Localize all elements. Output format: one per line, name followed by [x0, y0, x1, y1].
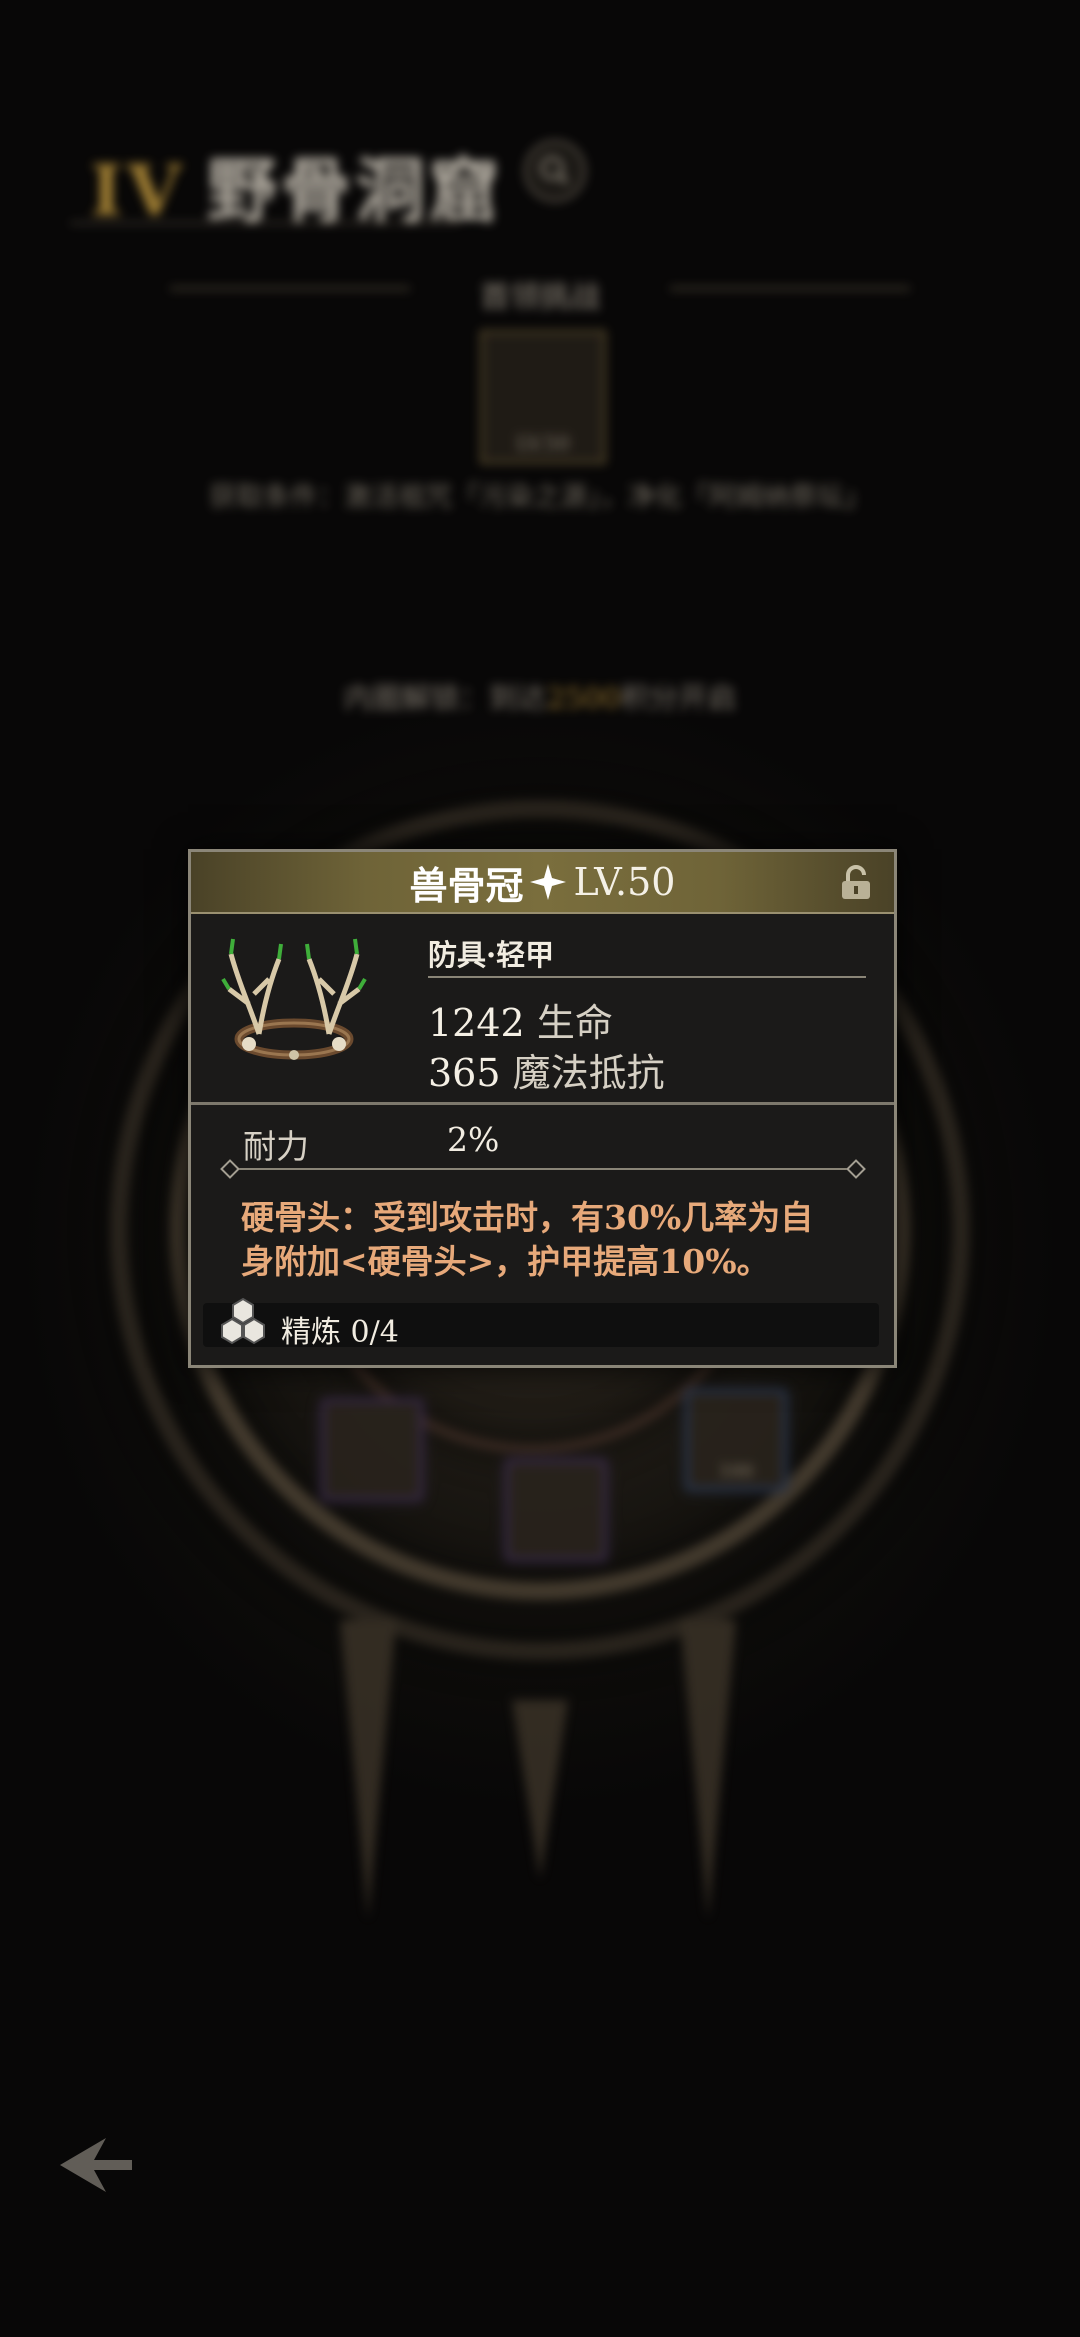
item-summary: 防具·轻甲 1242 生命 365 魔法抵抗: [191, 914, 894, 1105]
antler-crown-icon: [219, 934, 369, 1084]
fang-left: [340, 1620, 396, 1920]
reward-slot-chest[interactable]: [506, 1460, 606, 1560]
item-card: 兽骨冠 LV.50 防具·轻甲 1242 生命 365 魔法抵抗 耐力 2% 硬…: [188, 849, 897, 1368]
reward-slot-gold[interactable]: 100: [686, 1390, 786, 1490]
boss-header-line-right: [670, 287, 910, 290]
refine-value: 0/4: [350, 1315, 399, 1350]
zone-name: 野骨洞窟: [207, 149, 504, 232]
zone-underline: [70, 222, 460, 224]
durability-value: 2%: [447, 1120, 500, 1159]
item-effect: 硬骨头：受到攻击时，有30%几率为自身附加<硬骨头>，护甲提高10%。: [241, 1198, 814, 1281]
durability-label: 耐力: [243, 1127, 309, 1166]
lock-icon[interactable]: [836, 865, 876, 901]
boss-icon[interactable]: LV.50: [480, 330, 606, 464]
inner-ring-prefix: 内圈解锁：到达: [343, 681, 547, 715]
inner-ring-points: 2500: [546, 681, 621, 715]
refine-text: 精炼 0/4: [281, 1307, 399, 1351]
fang-center: [512, 1700, 568, 1880]
inner-ring-suffix: 积分开启: [620, 681, 737, 715]
gold-amount: 100: [718, 1461, 754, 1482]
inner-ring-unlock: 内圈解锁：到达2500积分开启: [0, 675, 1080, 717]
refine-bar[interactable]: 精炼 0/4: [203, 1297, 879, 1350]
refine-label: 精炼: [281, 1315, 341, 1350]
search-icon[interactable]: [524, 140, 586, 202]
unlock-condition: 获取条件：激活祖咒「污染之源」，净化「阿姆纳祭坛」: [209, 482, 871, 513]
fang-right: [680, 1620, 736, 1920]
reward-slot-chest[interactable]: [322, 1400, 422, 1500]
stat-magic-resist: 365 魔法抵抗: [428, 1042, 665, 1097]
boss-challenge-header: 首领挑战: [480, 280, 600, 315]
zone-numeral: IV: [90, 149, 186, 232]
refine-icon: [219, 1297, 267, 1349]
boss-icon-level: LV.50: [516, 431, 570, 455]
stat-health-value: 1242: [428, 1001, 525, 1045]
back-icon[interactable]: [56, 2130, 136, 2200]
sparkle-icon: [529, 864, 566, 900]
item-name: 兽骨冠: [409, 862, 524, 908]
stat-health: 1242 生命: [428, 992, 613, 1047]
item-card-header: 兽骨冠 LV.50: [191, 852, 894, 914]
stat-magic-resist-value: 365: [428, 1051, 501, 1095]
stat-magic-resist-label: 魔法抵抗: [512, 1051, 665, 1095]
type-divider: [428, 976, 866, 978]
item-type: 防具·轻甲: [428, 938, 555, 972]
zone-title: IV 野骨洞窟: [90, 135, 503, 236]
item-level: LV.50: [573, 860, 676, 904]
ornate-divider: [229, 1168, 857, 1170]
stat-health-label: 生命: [536, 1001, 613, 1045]
